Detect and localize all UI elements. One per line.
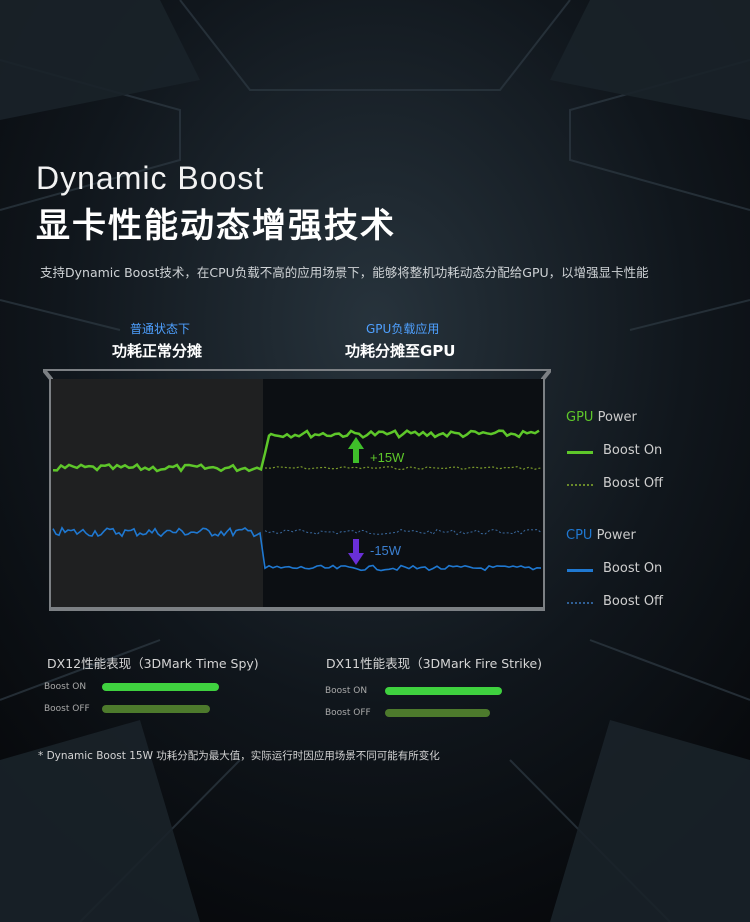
- perf-dx12-on-bar: [102, 683, 219, 691]
- perf-dx11-title: DX11性能表现（3DMark Fire Strike): [326, 656, 543, 671]
- perf-dx12-title: DX12性能表现（3DMark Time Spy): [47, 656, 259, 671]
- subtitle: 支持Dynamic Boost技术，在CPU负载不高的应用场景下，能够将整机功耗…: [40, 265, 649, 280]
- perf-dx11-off-label: Boost OFF: [325, 708, 371, 718]
- mode-normal-tag: 普通状态下: [130, 322, 191, 336]
- perf-dx11-off-bar: [385, 709, 491, 717]
- title-chinese: 显卡性能动态增强技术: [36, 206, 396, 246]
- perf-dx11-on-label: Boost ON: [325, 686, 368, 696]
- title-english: Dynamic Boost: [36, 160, 265, 196]
- power-chart: +15W -15W: [43, 369, 551, 611]
- perf-dx12-off-label: Boost OFF: [44, 704, 90, 714]
- chart-panel-normal: [51, 379, 263, 607]
- mode-normal-title: 功耗正常分摊: [112, 342, 203, 360]
- mode-gpu-tag: GPU负载应用: [366, 322, 440, 336]
- cpu-delta-label: -15W: [370, 543, 402, 558]
- legend-gpu-title: GPU Power: [566, 410, 637, 425]
- perf-dx12-off-bar: [102, 705, 210, 713]
- perf-dx11-on-bar: [385, 687, 502, 695]
- perf-dx12-on-label: Boost ON: [44, 682, 87, 692]
- gpu-delta-label: +15W: [370, 450, 405, 465]
- mode-gpu-title: 功耗分摊至GPU: [345, 342, 456, 360]
- legend-cpu-title: CPU Power: [566, 528, 636, 543]
- chart-panel-boost: [263, 379, 543, 607]
- footnote: * Dynamic Boost 15W 功耗分配为最大值，实际运行时因应用场景不…: [38, 750, 440, 762]
